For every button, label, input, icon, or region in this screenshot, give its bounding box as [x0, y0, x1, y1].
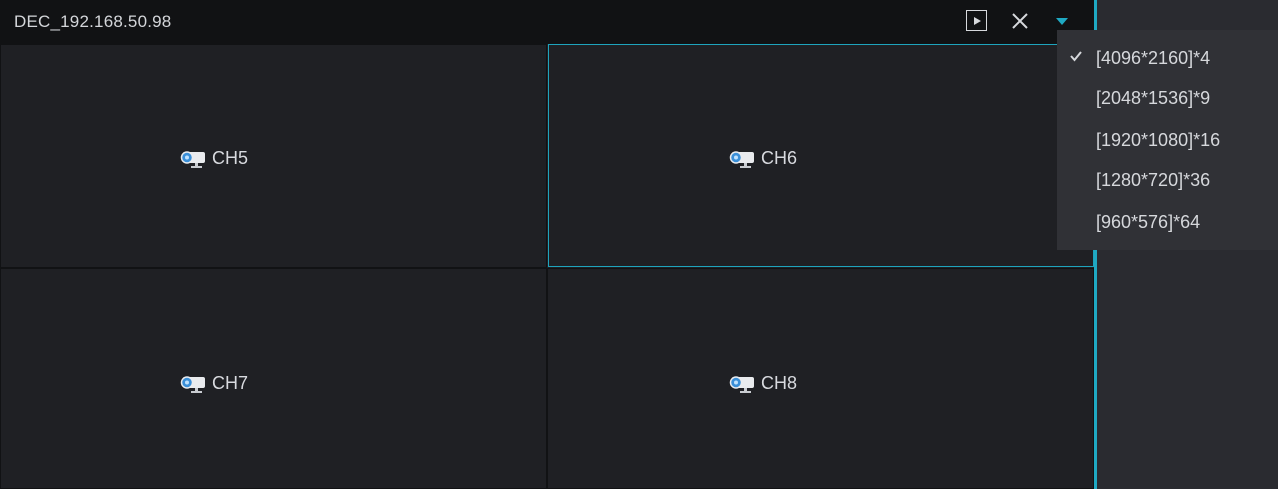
- channel-label: CH5: [178, 148, 248, 169]
- check-icon: [1070, 51, 1082, 62]
- menu-item-4096x2160-4[interactable]: [4096*2160]*4: [1057, 42, 1278, 76]
- play-button[interactable]: [966, 10, 987, 31]
- close-button[interactable]: [1008, 9, 1032, 33]
- channel-name: CH7: [212, 373, 249, 393]
- channel-name: CH6: [761, 148, 798, 168]
- menu-item-label: [4096*2160]*4: [1096, 48, 1211, 68]
- camera-icon: [180, 375, 205, 393]
- resolution-dropdown-menu: [4096*2160]*4 [2048*1536]*9 [1920*1080]*…: [1057, 30, 1278, 250]
- channel-cell-ch7[interactable]: CH7: [0, 268, 547, 489]
- menu-item-960x576-64[interactable]: [960*576]*64: [1057, 206, 1278, 240]
- close-icon: [1012, 13, 1028, 29]
- channel-cell-ch8[interactable]: CH8: [547, 268, 1094, 489]
- channel-name: CH8: [761, 373, 798, 393]
- channel-label: CH8: [727, 373, 797, 394]
- menu-item-label: [1920*1080]*16: [1096, 130, 1221, 150]
- title-bar: DEC_192.168.50.98: [0, 0, 1097, 44]
- decoder-window: DEC_192.168.50.98 CH5 CH6 CH7 CH8: [0, 0, 1097, 489]
- triangle-down-icon: [1056, 18, 1068, 25]
- channel-label: CH6: [727, 148, 797, 169]
- menu-item-label: [960*576]*64: [1096, 212, 1201, 232]
- menu-item-2048x1536-9[interactable]: [2048*1536]*9: [1057, 82, 1278, 116]
- camera-icon: [180, 150, 205, 168]
- camera-icon: [729, 150, 754, 168]
- camera-icon: [729, 375, 754, 393]
- channel-label: CH7: [178, 373, 248, 394]
- channel-cell-ch6[interactable]: CH6: [548, 44, 1094, 267]
- play-icon: [973, 16, 981, 25]
- menu-item-label: [2048*1536]*9: [1096, 88, 1211, 108]
- channel-cell-ch5[interactable]: CH5: [0, 44, 547, 268]
- window-title: DEC_192.168.50.98: [14, 12, 172, 31]
- menu-item-1280x720-36[interactable]: [1280*720]*36: [1057, 164, 1278, 198]
- channel-name: CH5: [212, 148, 249, 168]
- menu-item-label: [1280*720]*36: [1096, 170, 1211, 190]
- menu-item-1920x1080-16[interactable]: [1920*1080]*16: [1057, 124, 1278, 158]
